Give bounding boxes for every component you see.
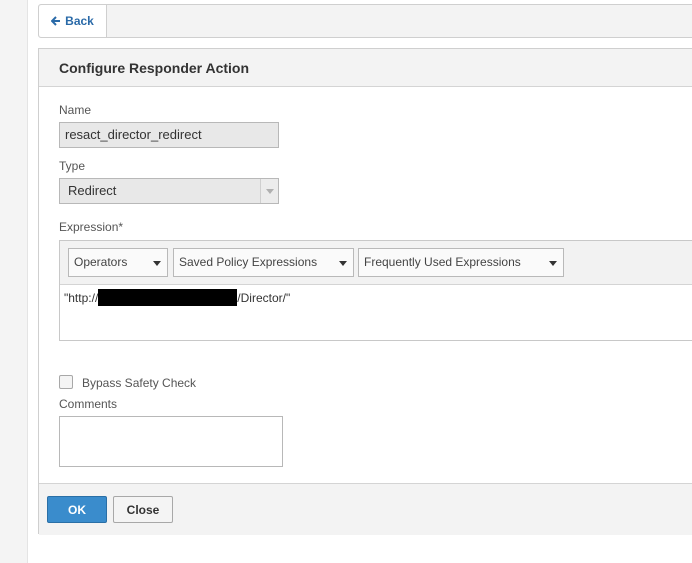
name-input[interactable]: resact_director_redirect — [59, 122, 279, 148]
expression-editor[interactable]: Operators Saved Policy Expressions Frequ… — [59, 240, 692, 341]
back-label: Back — [65, 14, 94, 28]
configure-responder-dialog: Configure Responder Action Name resact_d… — [38, 48, 692, 535]
bypass-safety-check-label: Bypass Safety Check — [82, 376, 197, 390]
expression-prefix: "http:// — [64, 290, 99, 305]
comments-textarea[interactable] — [59, 416, 283, 467]
dialog-title: Configure Responder Action — [39, 49, 692, 87]
back-button[interactable]: Back — [39, 5, 107, 37]
redacted-hostname — [98, 289, 238, 306]
ok-button[interactable]: OK — [47, 496, 107, 523]
frequently-used-expressions-label: Frequently Used Expressions — [364, 255, 521, 269]
dialog-footer: OK Close — [39, 483, 692, 535]
comments-label: Comments — [59, 397, 118, 411]
type-select[interactable]: Redirect — [59, 178, 279, 204]
expression-suffix: /Director/" — [237, 290, 291, 305]
saved-policy-expressions-dropdown[interactable]: Saved Policy Expressions — [173, 248, 354, 277]
chevron-down-icon[interactable] — [260, 179, 278, 203]
top-toolbar: Back — [38, 4, 692, 38]
name-label: Name — [59, 103, 92, 117]
saved-policy-expressions-label: Saved Policy Expressions — [179, 255, 318, 269]
operators-dropdown[interactable]: Operators — [68, 248, 168, 277]
type-label: Type — [59, 159, 86, 173]
frequently-used-expressions-dropdown[interactable]: Frequently Used Expressions — [358, 248, 564, 277]
left-gutter — [0, 0, 28, 563]
expression-toolbar: Operators Saved Policy Expressions Frequ… — [60, 241, 692, 285]
caret-down-icon — [153, 261, 161, 266]
caret-down-icon — [339, 261, 347, 266]
arrow-left-icon — [51, 16, 61, 26]
operators-label: Operators — [74, 255, 128, 269]
close-button[interactable]: Close — [113, 496, 173, 523]
bypass-safety-check-checkbox[interactable] — [59, 375, 73, 389]
caret-down-icon — [549, 261, 557, 266]
expression-text[interactable]: "http:// /Director/" — [64, 289, 290, 306]
type-select-value: Redirect — [68, 183, 117, 198]
expression-label: Expression* — [59, 220, 124, 234]
